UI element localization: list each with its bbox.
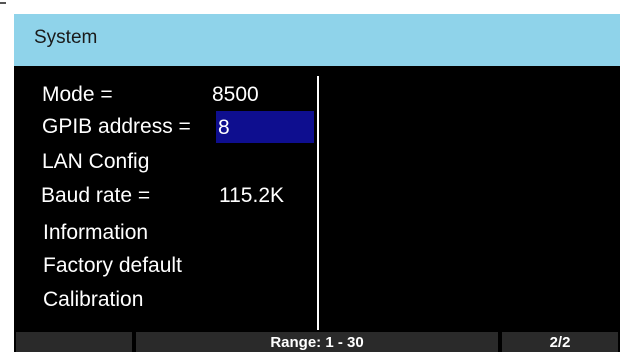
instrument-screen: System Mode = 8500 GPIB address = 8 LAN … xyxy=(0,0,620,352)
system-menu: Mode = 8500 GPIB address = 8 LAN Config … xyxy=(14,66,324,328)
corner-mark xyxy=(0,2,6,4)
screen-title: System xyxy=(34,27,98,48)
lan-config-label: LAN Config xyxy=(42,150,150,173)
factory-default-label: Factory default xyxy=(43,254,182,277)
range-label: Range: 1 - 30 xyxy=(270,334,364,351)
menu-item-calibration[interactable]: Calibration xyxy=(43,283,243,317)
menu-item-baud-rate[interactable]: Baud rate = 115.2K xyxy=(41,179,311,213)
menu-item-lan-config[interactable]: LAN Config xyxy=(42,145,242,179)
information-label: Information xyxy=(43,221,149,244)
gpib-address-input[interactable]: 8 xyxy=(216,111,314,143)
title-bar: System xyxy=(14,14,620,66)
gpib-address-label: GPIB address = xyxy=(42,115,191,138)
menu-item-information[interactable]: Information xyxy=(43,216,243,250)
range-soft-key[interactable]: Range: 1 - 30 xyxy=(136,332,498,352)
page-indicator: 2/2 xyxy=(549,334,571,351)
mode-label: Mode = xyxy=(42,83,113,106)
gpib-address-value: 8 xyxy=(218,116,230,139)
soft-key-bar: Range: 1 - 30 2/2 xyxy=(14,330,620,352)
menu-item-mode[interactable]: Mode = 8500 xyxy=(42,78,312,112)
page-soft-key[interactable]: 2/2 xyxy=(502,332,618,352)
baud-rate-label: Baud rate = xyxy=(41,184,151,207)
display-area: Mode = 8500 GPIB address = 8 LAN Config … xyxy=(14,66,620,352)
baud-rate-value: 115.2K xyxy=(219,184,284,207)
soft-key-1[interactable] xyxy=(16,332,132,352)
panel-divider xyxy=(317,76,319,330)
menu-item-factory-default[interactable]: Factory default xyxy=(43,249,263,283)
menu-item-gpib-address[interactable]: GPIB address = 8 xyxy=(42,110,314,144)
calibration-label: Calibration xyxy=(43,288,144,311)
mode-value: 8500 xyxy=(212,83,259,106)
